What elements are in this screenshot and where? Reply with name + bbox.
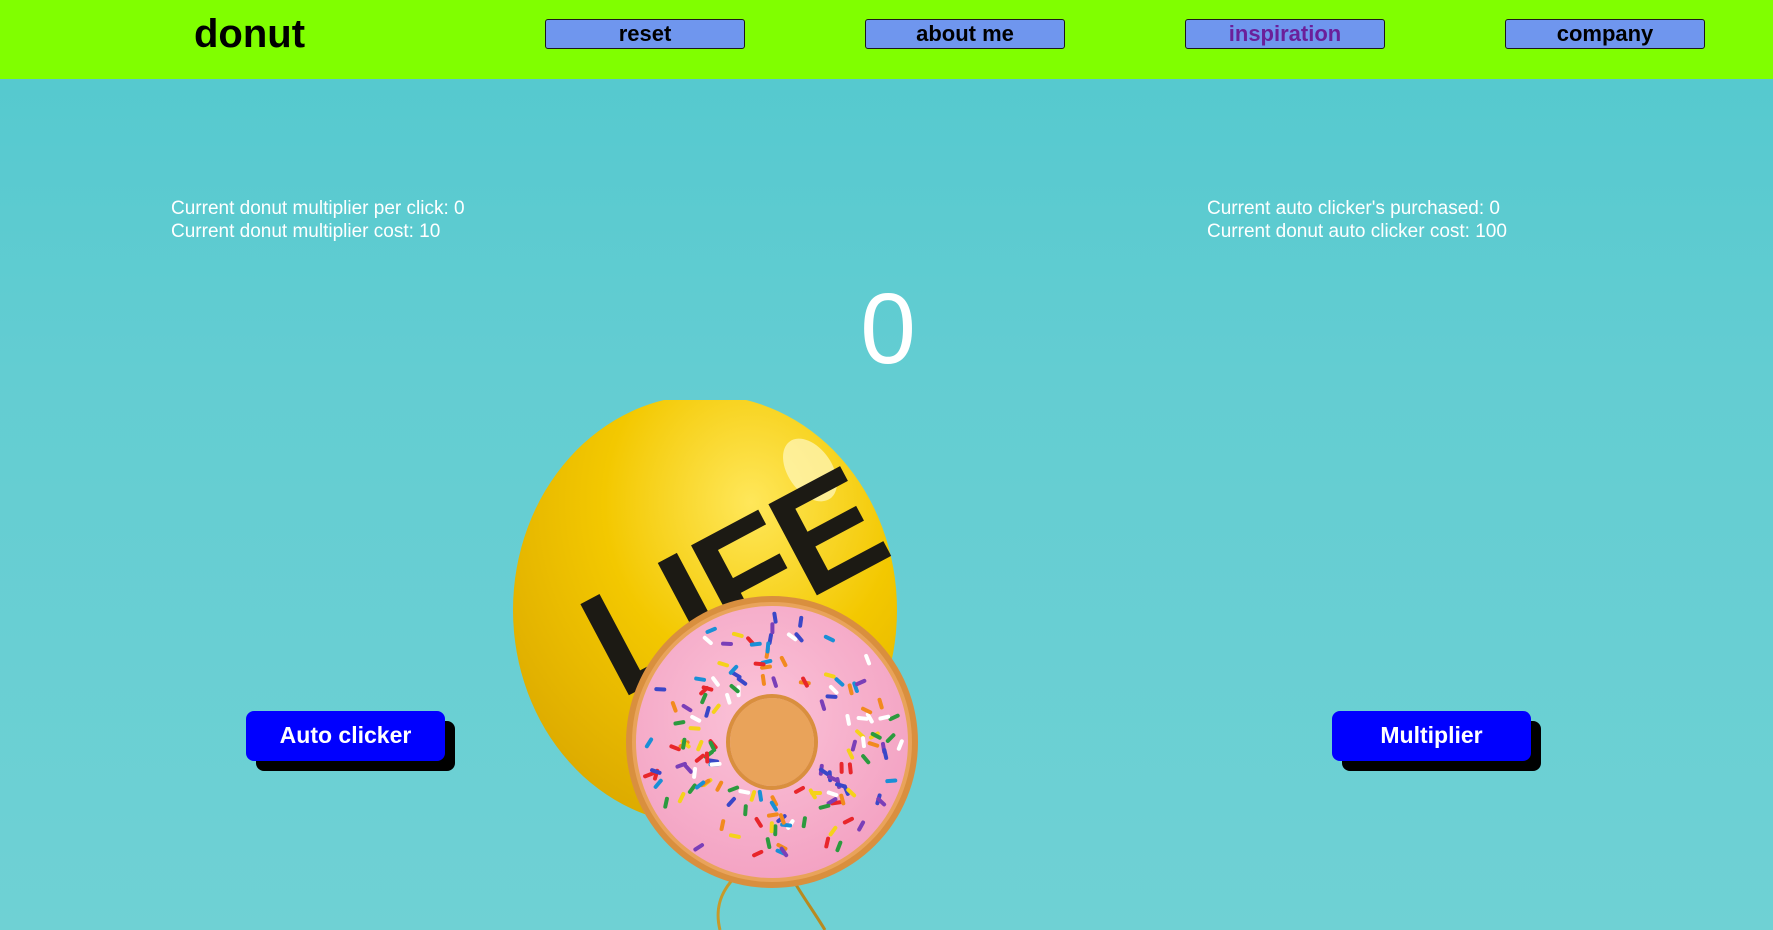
auto-clicker-button[interactable]: Auto clicker — [246, 711, 445, 761]
auto-clickers-purchased-text: Current auto clicker's purchased: 0 — [1207, 198, 1500, 219]
reset-button[interactable]: reset — [545, 19, 745, 49]
nav-inspiration-button[interactable]: inspiration — [1185, 19, 1385, 49]
nav-company-button[interactable]: company — [1505, 19, 1705, 49]
multiplier-cost-text: Current donut multiplier cost: 10 — [171, 221, 441, 242]
sprinkle — [773, 824, 778, 837]
sprinkle — [704, 751, 710, 764]
auto-clicker-button-wrap: Auto clicker — [246, 711, 456, 773]
auto-clicker-stats: Current auto clicker's purchased: 0 Curr… — [1207, 197, 1507, 243]
sprinkle — [721, 641, 733, 646]
sprinkle — [770, 622, 775, 635]
multiplier-button[interactable]: Multiplier — [1332, 711, 1531, 761]
sprinkle — [688, 726, 701, 731]
sprinkle — [769, 821, 774, 834]
sprinkle — [654, 687, 667, 692]
multiplier-stats: Current donut multiplier per click: 0 Cu… — [171, 197, 465, 243]
sprinkle — [743, 804, 748, 817]
donut-balloon-image[interactable]: LIFE — [480, 400, 1060, 930]
auto-clicker-cost-text: Current donut auto clicker cost: 100 — [1207, 221, 1507, 242]
nav-about-me-button[interactable]: about me — [865, 19, 1065, 49]
sprinkle — [825, 694, 838, 699]
top-navbar: donut reset about me inspiration company — [0, 0, 1773, 79]
multiplier-button-wrap: Multiplier — [1332, 711, 1542, 773]
donut-count: 0 — [860, 273, 916, 385]
sprinkle — [839, 761, 844, 774]
brand-title: donut — [194, 12, 306, 56]
multiplier-per-click-text: Current donut multiplier per click: 0 — [171, 198, 465, 219]
donut-shape — [626, 596, 918, 888]
